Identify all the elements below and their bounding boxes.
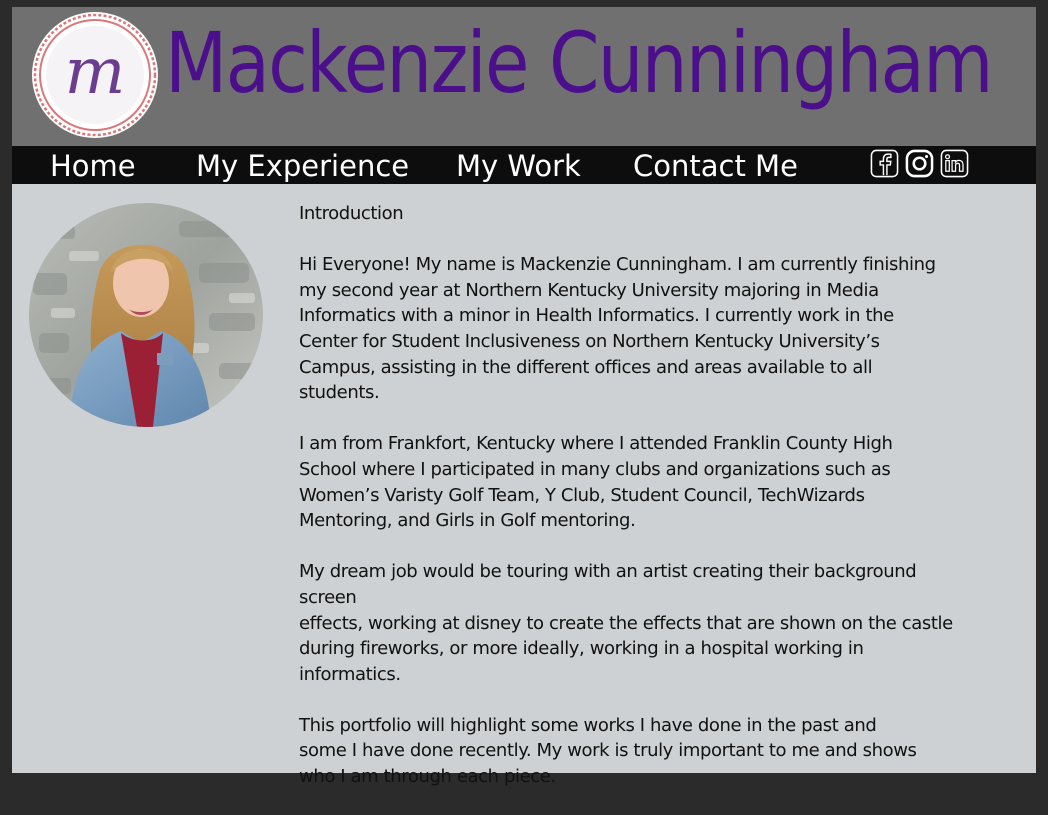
logo-letter: m: [65, 35, 126, 109]
intro-paragraph-4: This portfolio will highlight some works…: [299, 714, 917, 788]
main-nav: Home My Experience My Work Contact Me: [12, 146, 1036, 184]
intro-paragraph-2: I am from Frankfort, Kentucky where I at…: [299, 433, 893, 532]
facebook-icon[interactable]: [870, 149, 899, 178]
logo-badge[interactable]: m: [31, 11, 159, 139]
intro-content: Introduction Hi Everyone! My name is Mac…: [299, 201, 959, 815]
intro-paragraph-1: Hi Everyone! My name is Mackenzie Cunnin…: [299, 254, 936, 404]
nav-home[interactable]: Home: [50, 149, 136, 183]
page-frame: m Mackenzie Cunningham Home My Experienc…: [12, 7, 1036, 787]
intro-paragraph-3: My dream job would be touring with an ar…: [299, 561, 953, 685]
nav-contact-me[interactable]: Contact Me: [633, 149, 798, 183]
instagram-icon[interactable]: [905, 149, 934, 178]
nav-my-work[interactable]: My Work: [456, 149, 581, 183]
profile-photo: [29, 203, 263, 427]
site-title: Mackenzie Cunningham: [165, 14, 993, 112]
nav-my-experience[interactable]: My Experience: [196, 149, 409, 183]
intro-heading: Introduction: [299, 203, 404, 224]
linkedin-icon[interactable]: [940, 149, 969, 178]
site-header: m Mackenzie Cunningham: [12, 7, 1036, 146]
